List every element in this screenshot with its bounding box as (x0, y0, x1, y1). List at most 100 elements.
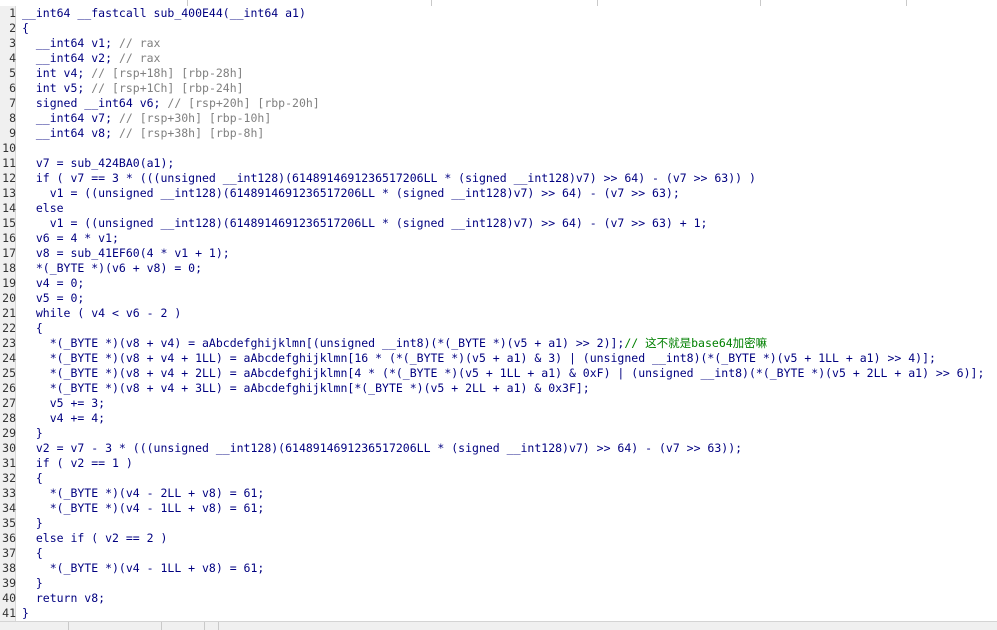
code-line[interactable]: 25 *(_BYTE *)(v8 + v4 + 2LL) = aAbcdefgh… (2, 366, 997, 381)
code-line[interactable]: 38 *(_BYTE *)(v4 - 1LL + v8) = 61; (2, 561, 997, 576)
code-line[interactable]: 24 *(_BYTE *)(v8 + v4 + 1LL) = aAbcdefgh… (2, 351, 997, 366)
code-line[interactable]: 35 } (2, 516, 997, 531)
code-text: v2 = v7 - 3 * (((unsigned __int128)(6148… (22, 441, 743, 455)
code-line[interactable]: 31 if ( v2 == 1 ) (2, 456, 997, 471)
code-text: *(_BYTE *)(v6 + v8) = 0; (22, 261, 203, 275)
code-text: if ( v7 == 3 * (((unsigned __int128)(614… (22, 171, 756, 185)
code-text: v7 = sub_424BA0(a1); (22, 156, 175, 170)
code-text: *(_BYTE *)(v8 + v4 + 2LL) = aAbcdefghijk… (22, 366, 985, 380)
code-line[interactable]: 10 (2, 141, 997, 156)
code-text: } (22, 516, 43, 530)
code-text: while ( v4 < v6 - 2 ) (22, 306, 182, 320)
line-number: 32 (2, 471, 16, 485)
code-text: } (22, 606, 29, 620)
code-text: else if ( v2 == 2 ) (22, 531, 168, 545)
code-text: { (22, 321, 43, 335)
line-number: 9 (9, 126, 16, 140)
code-line[interactable]: 1 __int64 __fastcall sub_400E44(__int64 a… (9, 6, 997, 21)
code-line[interactable]: 7 signed __int64 v6; // [rsp+20h] [rbp-2… (9, 96, 997, 111)
line-number: 39 (2, 576, 16, 590)
line-number: 3 (9, 36, 16, 50)
code-line[interactable]: 8 __int64 v7; // [rsp+30h] [rbp-10h] (9, 111, 997, 126)
line-number: 13 (2, 186, 16, 200)
line-number: 15 (2, 216, 16, 230)
code-line[interactable]: 29 } (2, 426, 997, 441)
code-line[interactable]: 22 { (2, 321, 997, 336)
code-text: __int64 v8; // [rsp+38h] [rbp-8h] (22, 126, 265, 140)
line-number: 2 (9, 21, 16, 35)
code-line[interactable]: 6 int v5; // [rsp+1Ch] [rbp-24h] (9, 81, 997, 96)
line-number: 5 (9, 66, 16, 80)
code-text: v4 = 0; (22, 276, 85, 290)
code-line[interactable]: 33 *(_BYTE *)(v4 - 2LL + v8) = 61; (2, 486, 997, 501)
code-text: signed __int64 v6; // [rsp+20h] [rbp-20h… (22, 96, 320, 110)
code-line[interactable]: 36 else if ( v2 == 2 ) (2, 531, 997, 546)
code-text: *(_BYTE *)(v8 + v4 + 3LL) = aAbcdefghijk… (22, 381, 590, 395)
code-line[interactable]: 30 v2 = v7 - 3 * (((unsigned __int128)(6… (2, 441, 997, 456)
code-text: __int64 __fastcall sub_400E44(__int64 a1… (22, 6, 306, 20)
code-line[interactable]: 14 else (2, 201, 997, 216)
code-line[interactable]: 19 v4 = 0; (2, 276, 997, 291)
code-text: } (22, 576, 43, 590)
code-line[interactable]: 28 v4 += 4; (2, 411, 997, 426)
code-line[interactable]: 41} (2, 606, 997, 621)
code-text: __int64 v1; // rax (22, 36, 161, 50)
line-number: 29 (2, 426, 16, 440)
line-number: 22 (2, 321, 16, 335)
code-line[interactable]: 15 v1 = ((unsigned __int128)(61489146912… (2, 216, 997, 231)
code-line[interactable]: 40 return v8; (2, 591, 997, 606)
line-number: 33 (2, 486, 16, 500)
code-line[interactable]: 5 int v4; // [rsp+18h] [rbp-28h] (9, 66, 997, 81)
code-text: v8 = sub_41EF60(4 * v1 + 1); (22, 246, 230, 260)
code-text: __int64 v2; // rax (22, 51, 161, 65)
pseudocode-view[interactable]: 1 __int64 __fastcall sub_400E44(__int64 a… (0, 6, 997, 621)
line-number: 1 (9, 6, 16, 20)
code-line[interactable]: 39 } (2, 576, 997, 591)
code-line[interactable]: 9 __int64 v8; // [rsp+38h] [rbp-8h] (9, 126, 997, 141)
code-line[interactable]: 12 if ( v7 == 3 * (((unsigned __int128)(… (2, 171, 997, 186)
line-number: 35 (2, 516, 16, 530)
code-line[interactable]: 11 v7 = sub_424BA0(a1); (2, 156, 997, 171)
code-line[interactable]: 16 v6 = 4 * v1; (2, 231, 997, 246)
code-line[interactable]: 26 *(_BYTE *)(v8 + v4 + 3LL) = aAbcdefgh… (2, 381, 997, 396)
line-number: 20 (2, 291, 16, 305)
line-number: 21 (2, 306, 16, 320)
line-number: 12 (2, 171, 16, 185)
code-line[interactable]: 37 { (2, 546, 997, 561)
code-line[interactable]: 18 *(_BYTE *)(v6 + v8) = 0; (2, 261, 997, 276)
code-line[interactable]: 20 v5 = 0; (2, 291, 997, 306)
code-line[interactable]: 4 __int64 v2; // rax (9, 51, 997, 66)
code-line[interactable]: 17 v8 = sub_41EF60(4 * v1 + 1); (2, 246, 997, 261)
code-line[interactable]: 27 v5 += 3; (2, 396, 997, 411)
code-text: { (22, 21, 29, 35)
line-number: 30 (2, 441, 16, 455)
code-text: v5 += 3; (22, 396, 106, 410)
line-number: 16 (2, 231, 16, 245)
code-area[interactable]: 1 __int64 __fastcall sub_400E44(__int64 a… (2, 6, 997, 621)
line-number: 28 (2, 411, 16, 425)
line-number: 25 (2, 366, 16, 380)
line-number: 4 (9, 51, 16, 65)
code-line[interactable]: 32 { (2, 471, 997, 486)
line-number: 34 (2, 501, 16, 515)
line-number: 37 (2, 546, 16, 560)
code-line[interactable]: 13 v1 = ((unsigned __int128)(61489146912… (2, 186, 997, 201)
code-line[interactable]: 23 *(_BYTE *)(v8 + v4) = aAbcdefghijklmn… (2, 336, 997, 351)
line-number: 10 (2, 141, 16, 155)
code-text: *(_BYTE *)(v8 + v4 + 1LL) = aAbcdefghijk… (22, 351, 936, 365)
line-number: 8 (9, 111, 16, 125)
user-comment: // 这不就是base64加密嘛 (624, 336, 768, 350)
code-text: v4 += 4; (22, 411, 106, 425)
code-text: v6 = 4 * v1; (22, 231, 119, 245)
code-text: *(_BYTE *)(v8 + v4) = aAbcdefghijklmn[(u… (22, 336, 768, 350)
code-line[interactable]: 21 while ( v4 < v6 - 2 ) (2, 306, 997, 321)
code-text: if ( v2 == 1 ) (22, 456, 133, 470)
line-number: 7 (9, 96, 16, 110)
code-text: return v8; (22, 591, 106, 605)
code-line[interactable]: 3 __int64 v1; // rax (9, 36, 997, 51)
line-number: 19 (2, 276, 16, 290)
line-number: 31 (2, 456, 16, 470)
code-line[interactable]: 34 *(_BYTE *)(v4 - 1LL + v8) = 61; (2, 501, 997, 516)
code-line[interactable]: 2{ (9, 21, 997, 36)
